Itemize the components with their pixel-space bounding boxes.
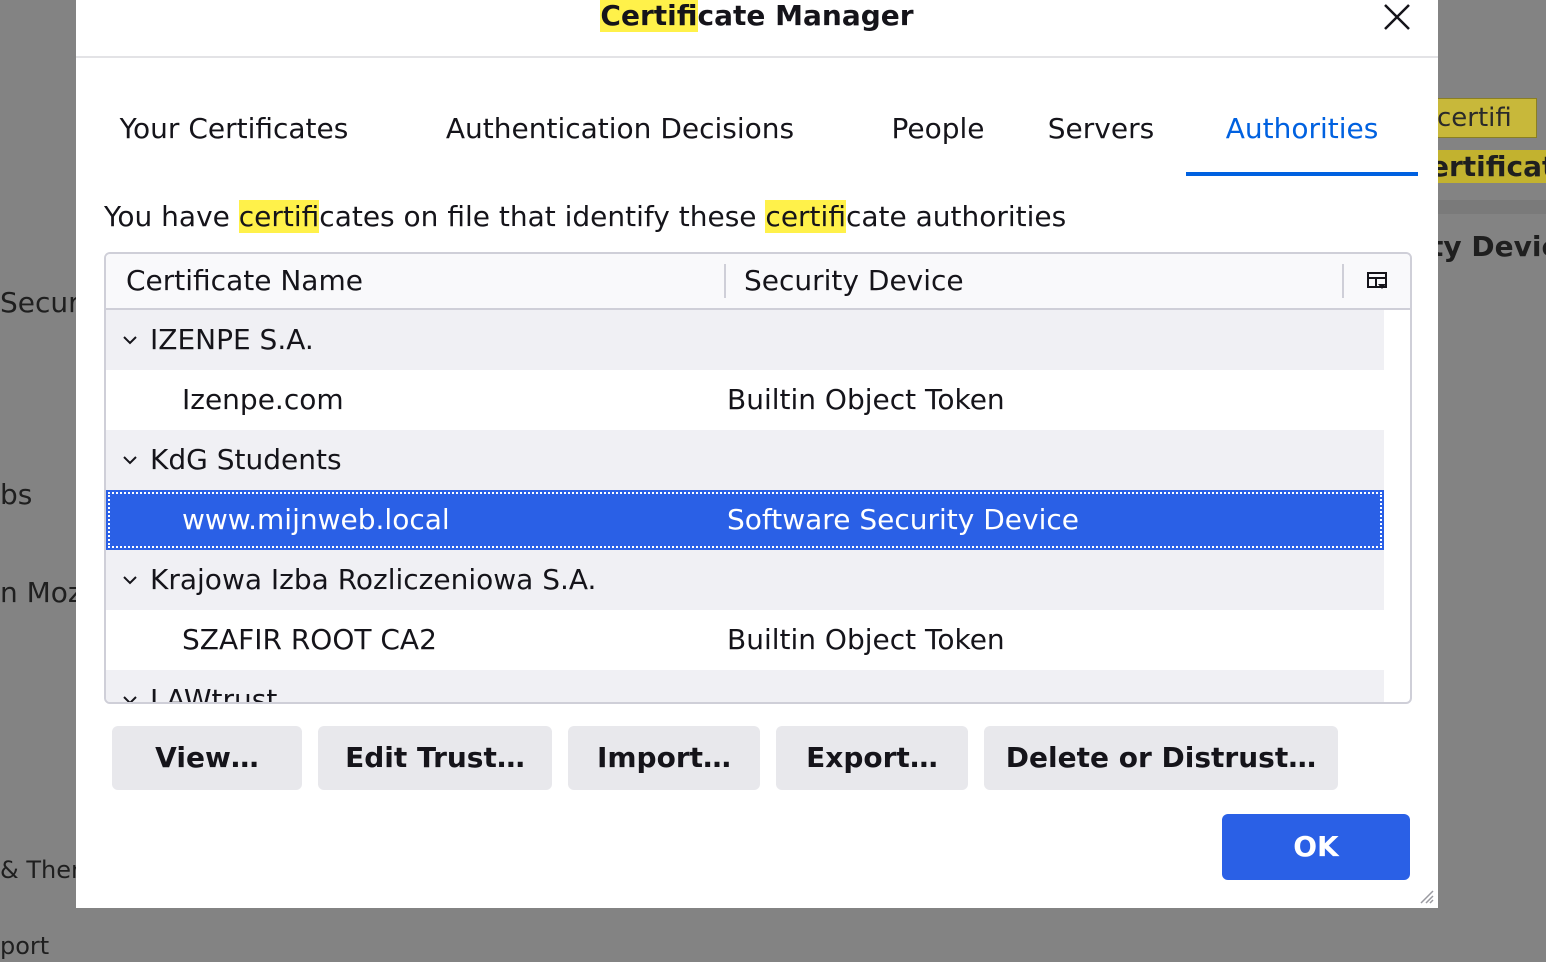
tab-people[interactable]: People [868,86,1008,172]
security-device: Builtin Object Token [727,383,1005,416]
chevron-down-icon[interactable] [122,574,138,586]
chevron-down-icon[interactable] [122,334,138,346]
group-name: LAWtrust [150,683,278,704]
column-certificate-name[interactable]: Certificate Name [126,254,363,308]
tree-group-row[interactable]: Krajowa Izba Rozliczeniowa S.A. [106,550,1384,610]
bg-search-tooltip: certifi [1424,98,1537,138]
resize-grip-icon[interactable] [1416,886,1434,904]
tab-authorities[interactable]: Authorities [1186,86,1418,176]
tree-item-row[interactable]: Izenpe.com Builtin Object Token [106,370,1384,430]
security-device: Software Security Device [727,503,1079,536]
column-splitter[interactable] [724,264,726,298]
desc-part-1: You have [104,200,239,233]
bg-fragment-tabs: bs [0,478,33,511]
dialog-title: Certificate Manager [76,0,1438,32]
tree-header: Certificate Name Security Device [106,254,1410,310]
security-device: Builtin Object Token [727,623,1005,656]
certificate-name: Izenpe.com [182,383,344,416]
column-security-device[interactable]: Security Device [744,254,964,308]
ok-button[interactable]: OK [1222,814,1410,880]
tab-your-certificates[interactable]: Your Certificates [108,86,360,172]
tab-servers[interactable]: Servers [1036,86,1166,172]
group-name: Krajowa Izba Rozliczeniowa S.A. [150,563,597,596]
dialog-titlebar: Certificate Manager [76,0,1438,58]
tree-item-row-selected[interactable]: www.mijnweb.local Software Security Devi… [106,490,1384,550]
chevron-down-icon[interactable] [122,454,138,466]
tree-group-row[interactable]: IZENPE S.A. [106,310,1384,370]
tree-group-row[interactable]: LAWtrust [106,670,1384,704]
desc-part-3: cate authorities [845,200,1067,233]
certificate-name: SZAFIR ROOT CA2 [182,623,437,656]
delete-or-distrust-button[interactable]: Delete or Distrust… [984,726,1338,790]
title-search-highlight: Certifi [600,0,698,32]
title-rest: cate Manager [697,0,914,32]
tree-item-row[interactable]: SZAFIR ROOT CA2 Builtin Object Token [106,610,1384,670]
authorities-tree[interactable]: Certificate Name Security Device IZENPE … [104,252,1412,704]
tree-group-row[interactable]: KdG Students [106,430,1384,490]
bg-fragment-mozilla: n Moz [0,576,83,609]
desc-highlight-2: certifi [765,200,846,233]
bg-security-device-fragment: ty Devic [1430,230,1546,263]
bg-heading-fragment: ertificat [1430,150,1546,183]
import-button[interactable]: Import… [568,726,760,790]
column-picker-icon[interactable] [1366,270,1388,292]
chevron-down-icon[interactable] [122,694,138,704]
certificate-name: www.mijnweb.local [182,503,450,536]
certificate-manager-dialog: Certificate Manager Your Certificates Au… [76,0,1438,908]
group-name: IZENPE S.A. [150,323,314,356]
desc-highlight-1: certifi [238,200,320,233]
column-splitter[interactable] [1342,264,1344,298]
bg-fragment-security: Secur [0,286,80,319]
group-name: KdG Students [150,443,342,476]
export-button[interactable]: Export… [776,726,968,790]
bg-fragment-support: port [0,932,50,960]
tab-authentication-decisions[interactable]: Authentication Decisions [440,86,800,172]
edit-trust-button[interactable]: Edit Trust… [318,726,552,790]
desc-part-2: cates on file that identify these [319,200,766,233]
authorities-description: You have certificates on file that ident… [104,198,1066,236]
close-icon[interactable] [1378,0,1414,36]
view-button[interactable]: View… [112,726,302,790]
bg-divider [1438,200,1546,214]
